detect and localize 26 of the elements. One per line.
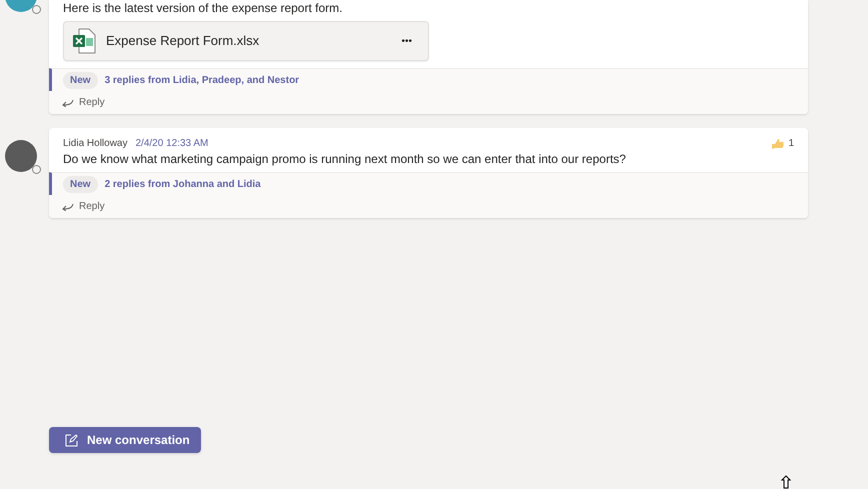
- replies-summary[interactable]: 3 replies from Lidia, Pradeep, and Nestor: [104, 72, 300, 88]
- file-attachment[interactable]: Expense Report Form.xlsx •••: [63, 21, 429, 61]
- file-name: Expense Report Form.xlsx: [106, 32, 260, 50]
- reply-button[interactable]: Reply: [49, 195, 808, 218]
- message-text: Do we know what marketing campaign promo is running next month so we can enter that into our reports?: [63, 151, 627, 168]
- replies-bar[interactable]: New 3 replies from Lidia, Pradeep, and Nestor: [49, 68, 808, 91]
- new-conversation-button[interactable]: New conversation: [49, 427, 201, 453]
- replies-summary[interactable]: 2 replies from Johanna and Lidia: [104, 176, 261, 192]
- author-name: Lidia Holloway: [63, 137, 128, 151]
- reply-arrow-icon: [62, 202, 74, 210]
- spreadsheet-file-icon: [72, 28, 96, 54]
- avatar: [5, 140, 37, 172]
- message-text: Here is the latest version of the expense report form.: [63, 0, 344, 17]
- reaction-count: 1: [788, 137, 794, 151]
- more-options-button[interactable]: •••: [393, 34, 420, 48]
- reply-button[interactable]: Reply: [49, 91, 808, 114]
- cursor-icon: [781, 475, 791, 489]
- timestamp: 2/4/20 12:33 AM: [135, 137, 208, 151]
- status-icon: [32, 5, 41, 14]
- compose-icon: [65, 434, 78, 446]
- replies-bar[interactable]: New 2 replies from Johanna and Lidia: [49, 172, 808, 195]
- thumbs-up-icon: [771, 138, 784, 150]
- new-badge: New: [63, 176, 98, 192]
- reply-arrow-icon: [62, 98, 74, 106]
- new-badge: New: [63, 72, 98, 88]
- status-icon: [32, 165, 41, 174]
